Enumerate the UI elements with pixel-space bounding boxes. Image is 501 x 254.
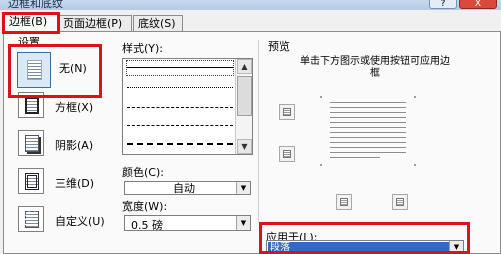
apply-highlight-box xyxy=(259,222,470,254)
tab-highlight-box xyxy=(2,12,60,34)
close-icon: X xyxy=(474,0,482,9)
color-value: 自动 xyxy=(173,182,195,195)
chevron-down-icon[interactable]: ▼ xyxy=(236,216,250,230)
style-option-dashed-fine[interactable] xyxy=(127,119,233,133)
setting-none[interactable]: 无(N) xyxy=(8,44,102,98)
style-list[interactable]: ▲ ▼ xyxy=(122,58,253,155)
scroll-down-icon[interactable]: ▼ xyxy=(237,139,252,154)
tab-shading[interactable]: 底纹(S) xyxy=(133,15,183,32)
width-value: 0.5 磅 xyxy=(131,219,163,232)
chevron-down-icon[interactable]: ▼ xyxy=(236,182,250,194)
window-title: 边框和底纹 xyxy=(8,0,63,10)
help-icon: ? xyxy=(440,0,446,9)
preview-label: 预览 xyxy=(268,40,290,53)
bottom-border-button[interactable] xyxy=(279,146,295,162)
width-label: 宽度(W): xyxy=(122,200,168,213)
setting-shadow-label: 阴影(A) xyxy=(55,139,94,152)
scroll-thumb[interactable] xyxy=(237,76,252,116)
top-border-button[interactable] xyxy=(279,104,295,120)
setting-box-label: 方框(X) xyxy=(55,101,94,114)
style-option-solid[interactable] xyxy=(126,60,234,76)
help-button[interactable]: ? xyxy=(429,0,457,9)
shadow-border-icon xyxy=(18,130,44,156)
title-bar: 边框和底纹 ? X xyxy=(0,0,501,10)
style-scrollbar[interactable]: ▲ ▼ xyxy=(235,59,252,154)
close-button[interactable]: X xyxy=(459,0,497,9)
scroll-up-icon[interactable]: ▲ xyxy=(237,59,252,74)
width-select[interactable]: 0.5 磅 ▼ xyxy=(124,215,251,232)
style-option-dash-dot[interactable] xyxy=(127,101,233,115)
setting-custom-label: 自定义(U) xyxy=(55,215,105,228)
preview-instruction: 单击下方图示或使用按钮可应用边框 xyxy=(300,56,450,79)
color-label: 颜色(C): xyxy=(122,166,164,179)
style-option-dashed[interactable] xyxy=(127,137,233,151)
setting-3d-label: 三维(D) xyxy=(55,177,95,190)
bottom-border-icon xyxy=(283,150,291,158)
section-divider xyxy=(258,40,259,222)
custom-border-icon xyxy=(18,206,44,232)
color-select[interactable]: 自动 ▼ xyxy=(124,181,251,195)
style-option-dotted[interactable] xyxy=(127,81,233,95)
left-border-icon xyxy=(340,198,348,206)
3d-border-icon xyxy=(18,168,44,194)
tab-page-border[interactable]: 页面边框(P) xyxy=(58,15,132,32)
top-border-icon xyxy=(283,108,291,116)
setting-none-label: 无(N) xyxy=(59,62,87,75)
no-border-icon xyxy=(17,52,51,88)
style-label: 样式(Y): xyxy=(122,42,164,55)
preview-diagram[interactable] xyxy=(320,96,416,166)
left-border-button[interactable] xyxy=(336,194,352,210)
right-border-icon xyxy=(396,198,404,206)
right-border-button[interactable] xyxy=(392,194,408,210)
tab-strip: 边框(B) 页面边框(P) 底纹(S) xyxy=(0,13,501,33)
